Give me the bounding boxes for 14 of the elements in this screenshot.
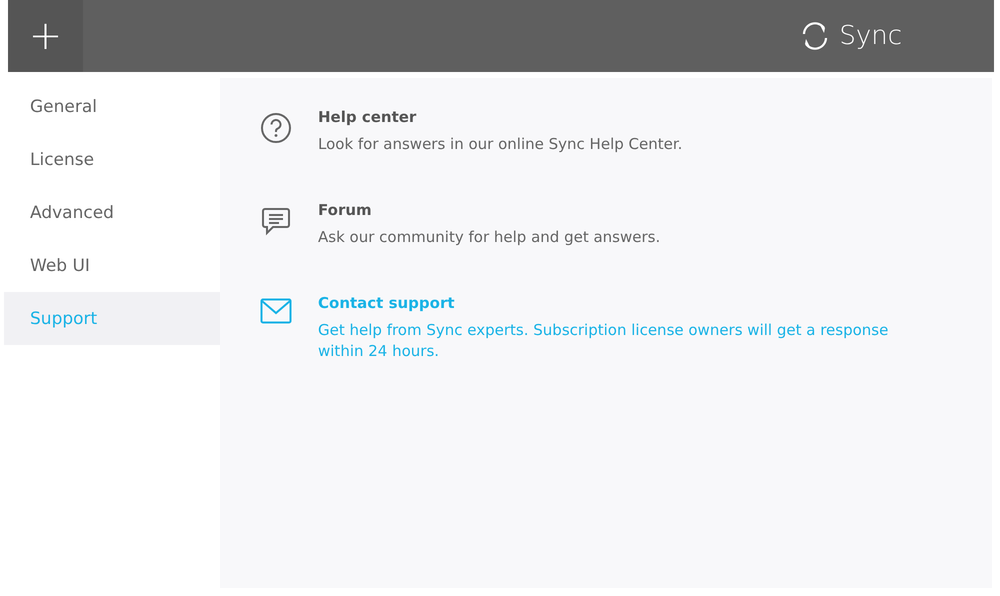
add-button[interactable]: + <box>8 0 83 72</box>
support-link[interactable]: Forum <box>318 201 660 219</box>
chat-icon <box>260 205 292 237</box>
mail-icon <box>260 298 292 324</box>
support-link[interactable]: Help center <box>318 108 682 126</box>
support-description: Get help from Sync experts. Subscription license owners will get a response within 24 hours. <box>318 320 890 362</box>
sidebar-item[interactable]: Web UI <box>4 239 220 292</box>
sidebar-item[interactable]: Advanced <box>4 186 220 239</box>
support-description: Look for answers in our online Sync Help Center. <box>318 134 682 155</box>
app-name: Sync <box>839 21 902 51</box>
help-icon <box>260 112 292 144</box>
sidebar-item[interactable]: General <box>4 80 220 133</box>
support-description: Ask our community for help and get answers. <box>318 227 660 248</box>
sidebar-item[interactable]: License <box>4 133 220 186</box>
